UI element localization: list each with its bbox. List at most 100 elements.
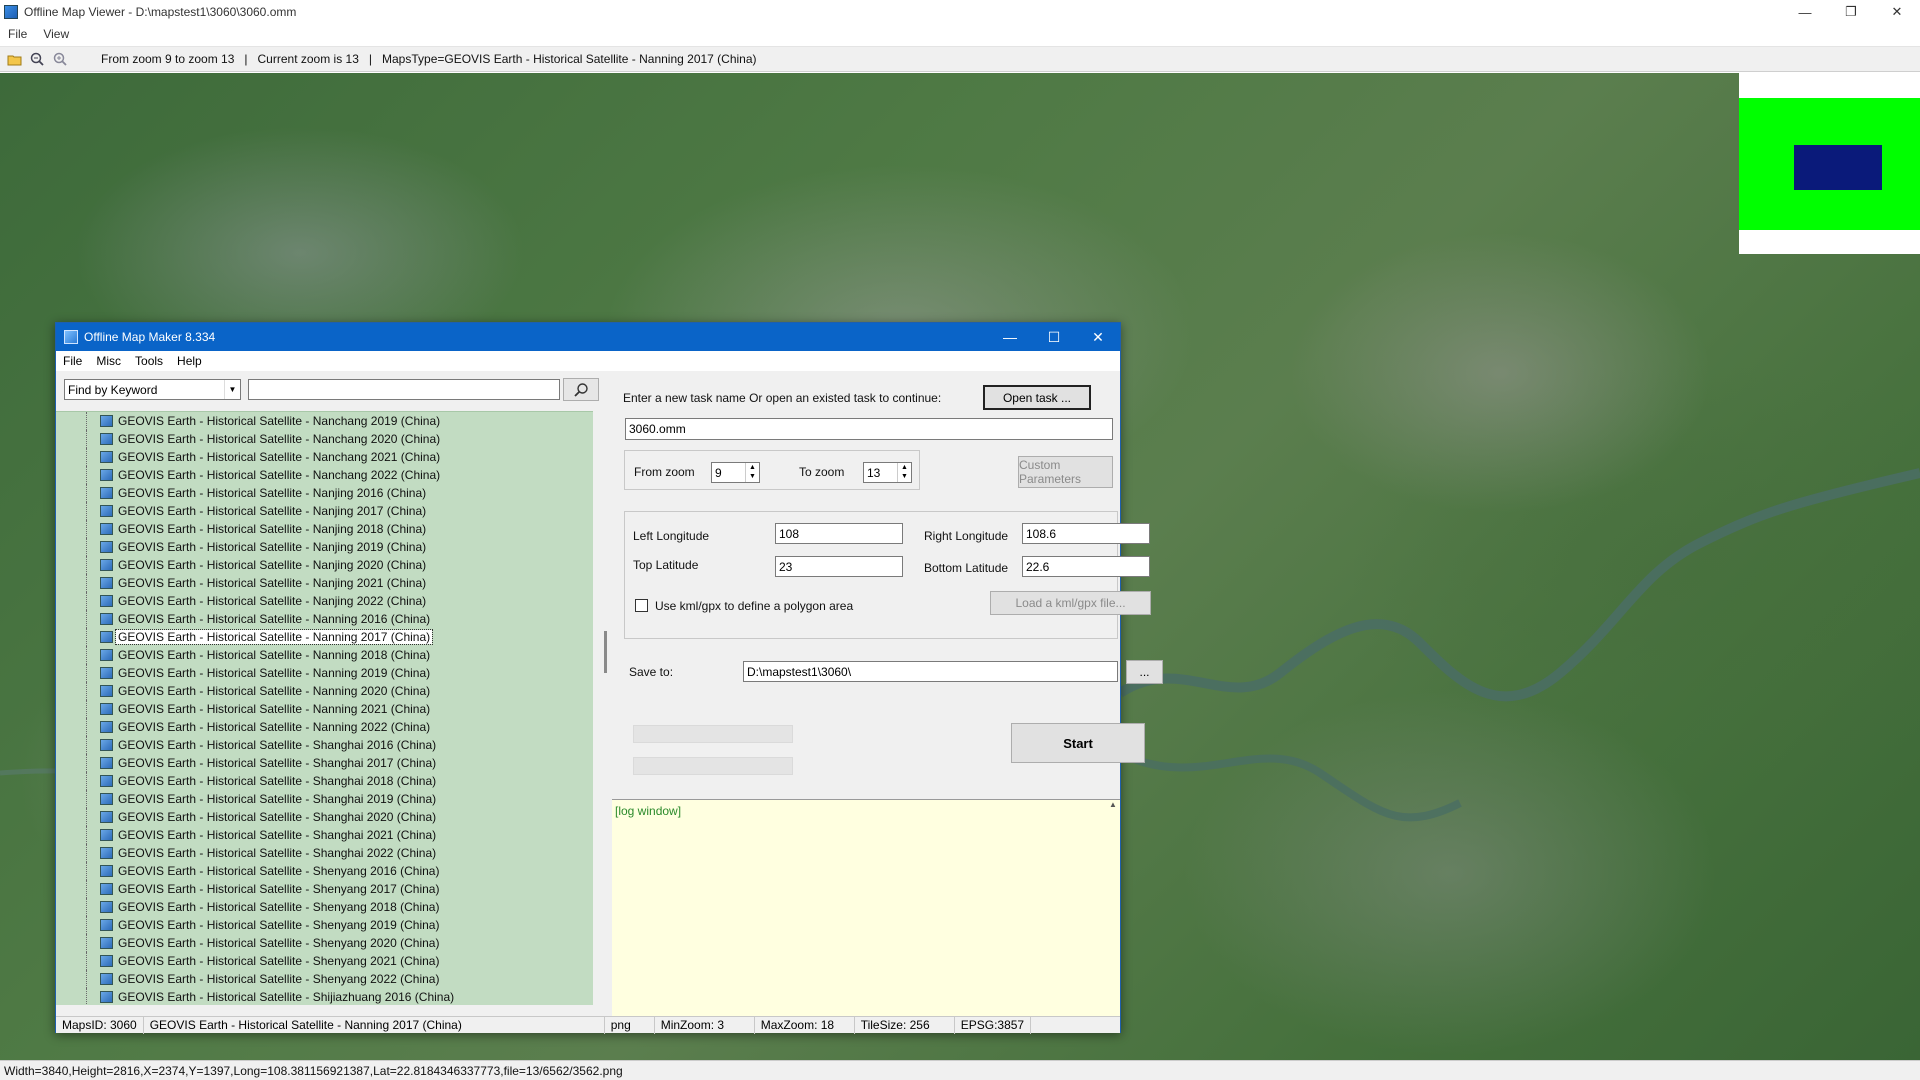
dialog-close-button[interactable]: ✕ xyxy=(1076,323,1120,351)
dialog-minimize-button[interactable]: — xyxy=(988,323,1032,351)
map-layer-icon xyxy=(100,847,113,859)
left-longitude-label: Left Longitude xyxy=(633,529,710,543)
log-window[interactable]: [log window] ▲ xyxy=(612,799,1120,1016)
dialog-titlebar[interactable]: Offline Map Maker 8.334 — ☐ ✕ xyxy=(56,323,1120,351)
overview-viewport[interactable] xyxy=(1794,145,1882,190)
bottom-latitude-input[interactable] xyxy=(1022,556,1150,577)
from-zoom-spinner[interactable]: 9 ▲ ▼ xyxy=(711,462,760,483)
list-item[interactable]: GEOVIS Earth - Historical Satellite - Sh… xyxy=(56,916,593,934)
tree-line xyxy=(86,844,87,862)
spin-down-icon[interactable]: ▼ xyxy=(746,472,759,481)
list-item[interactable]: GEOVIS Earth - Historical Satellite - Na… xyxy=(56,556,593,574)
list-item[interactable]: GEOVIS Earth - Historical Satellite - Sh… xyxy=(56,970,593,988)
menu-view[interactable]: View xyxy=(35,27,77,41)
list-item-label: GEOVIS Earth - Historical Satellite - Na… xyxy=(114,629,434,645)
dialog-menu-misc[interactable]: Misc xyxy=(89,354,128,368)
task-prompt-label: Enter a new task name Or open an existed… xyxy=(623,391,942,405)
list-item[interactable]: GEOVIS Earth - Historical Satellite - Sh… xyxy=(56,862,593,880)
dialog-menu-help[interactable]: Help xyxy=(170,354,209,368)
dialog-maximize-button[interactable]: ☐ xyxy=(1032,323,1076,351)
list-item[interactable]: GEOVIS Earth - Historical Satellite - Sh… xyxy=(56,988,593,1005)
tree-line xyxy=(86,898,87,916)
list-item[interactable]: GEOVIS Earth - Historical Satellite - Na… xyxy=(56,412,593,430)
spin-up-icon[interactable]: ▲ xyxy=(746,463,759,472)
task-name-input[interactable] xyxy=(625,418,1113,440)
list-item[interactable]: GEOVIS Earth - Historical Satellite - Sh… xyxy=(56,934,593,952)
kml-checkbox[interactable] xyxy=(635,599,648,612)
list-item[interactable]: GEOVIS Earth - Historical Satellite - Sh… xyxy=(56,790,593,808)
list-item[interactable]: GEOVIS Earth - Historical Satellite - Na… xyxy=(56,466,593,484)
list-item[interactable]: GEOVIS Earth - Historical Satellite - Na… xyxy=(56,646,593,664)
list-item[interactable]: GEOVIS Earth - Historical Satellite - Sh… xyxy=(56,880,593,898)
list-item[interactable]: GEOVIS Earth - Historical Satellite - Sh… xyxy=(56,736,593,754)
zoom-out-icon[interactable] xyxy=(28,50,46,68)
list-item[interactable]: GEOVIS Earth - Historical Satellite - Sh… xyxy=(56,772,593,790)
list-item-label: GEOVIS Earth - Historical Satellite - Sh… xyxy=(118,774,437,788)
list-item-label: GEOVIS Earth - Historical Satellite - Sh… xyxy=(118,810,437,824)
list-item[interactable]: GEOVIS Earth - Historical Satellite - Sh… xyxy=(56,898,593,916)
list-item[interactable]: GEOVIS Earth - Historical Satellite - Sh… xyxy=(56,952,593,970)
right-longitude-input[interactable] xyxy=(1022,523,1150,544)
map-layer-icon xyxy=(100,541,113,553)
list-item[interactable]: GEOVIS Earth - Historical Satellite - Na… xyxy=(56,538,593,556)
map-layer-icon xyxy=(100,955,113,967)
log-scrollbar[interactable]: ▲ xyxy=(1106,800,1120,1017)
zoom-in-icon[interactable] xyxy=(51,50,69,68)
start-button[interactable]: Start xyxy=(1011,723,1145,763)
menu-file[interactable]: File xyxy=(0,27,35,41)
tree-line xyxy=(86,916,87,934)
to-zoom-value: 13 xyxy=(867,465,881,480)
list-item[interactable]: GEOVIS Earth - Historical Satellite - Sh… xyxy=(56,754,593,772)
list-item[interactable]: GEOVIS Earth - Historical Satellite - Na… xyxy=(56,664,593,682)
list-item[interactable]: GEOVIS Earth - Historical Satellite - Na… xyxy=(56,700,593,718)
dialog-menu-tools[interactable]: Tools xyxy=(128,354,170,368)
dialog-menu-file[interactable]: File xyxy=(56,354,89,368)
search-button[interactable] xyxy=(563,378,599,401)
minimize-button[interactable]: — xyxy=(1782,0,1828,24)
find-by-select[interactable]: Find by Keyword ▼ xyxy=(64,379,241,400)
close-button[interactable]: ✕ xyxy=(1874,0,1920,24)
tree-line xyxy=(86,988,87,1005)
restore-button[interactable]: ❐ xyxy=(1828,0,1874,24)
open-folder-icon[interactable] xyxy=(5,50,23,68)
list-item[interactable]: GEOVIS Earth - Historical Satellite - Sh… xyxy=(56,844,593,862)
spin-up-icon[interactable]: ▲ xyxy=(898,463,911,472)
list-item[interactable]: GEOVIS Earth - Historical Satellite - Sh… xyxy=(56,826,593,844)
list-item[interactable]: GEOVIS Earth - Historical Satellite - Na… xyxy=(56,430,593,448)
chevron-down-icon[interactable]: ▼ xyxy=(224,380,240,399)
custom-parameters-button[interactable]: Custom Parameters xyxy=(1018,456,1113,488)
list-item[interactable]: GEOVIS Earth - Historical Satellite - Na… xyxy=(56,628,593,646)
tree-line xyxy=(86,970,87,988)
list-item[interactable]: GEOVIS Earth - Historical Satellite - Na… xyxy=(56,484,593,502)
search-input[interactable] xyxy=(248,379,560,400)
list-item[interactable]: GEOVIS Earth - Historical Satellite - Na… xyxy=(56,502,593,520)
browse-button[interactable]: ... xyxy=(1126,660,1163,684)
load-kml-button[interactable]: Load a kml/gpx file... xyxy=(990,591,1151,615)
list-item[interactable]: GEOVIS Earth - Historical Satellite - Na… xyxy=(56,682,593,700)
list-item[interactable]: GEOVIS Earth - Historical Satellite - Na… xyxy=(56,574,593,592)
left-longitude-input[interactable] xyxy=(775,523,903,544)
list-item[interactable]: GEOVIS Earth - Historical Satellite - Na… xyxy=(56,592,593,610)
scroll-up-icon[interactable]: ▲ xyxy=(1106,800,1120,809)
top-latitude-input[interactable] xyxy=(775,556,903,577)
list-item[interactable]: GEOVIS Earth - Historical Satellite - Sh… xyxy=(56,808,593,826)
tree-line xyxy=(86,790,87,808)
list-scrollbar[interactable] xyxy=(600,411,612,1005)
to-zoom-spinner[interactable]: 13 ▲ ▼ xyxy=(863,462,912,483)
scrollbar-thumb[interactable] xyxy=(604,631,607,673)
list-item[interactable]: GEOVIS Earth - Historical Satellite - Na… xyxy=(56,448,593,466)
list-item[interactable]: GEOVIS Earth - Historical Satellite - Na… xyxy=(56,520,593,538)
spin-down-icon[interactable]: ▼ xyxy=(898,472,911,481)
maps-id: MapsID: 3060 xyxy=(56,1016,144,1034)
open-task-button[interactable]: Open task ... xyxy=(983,385,1091,410)
list-item-label: GEOVIS Earth - Historical Satellite - Na… xyxy=(118,702,431,716)
progress-bar-1 xyxy=(633,725,793,743)
save-to-input[interactable] xyxy=(743,661,1118,682)
list-item-label: GEOVIS Earth - Historical Satellite - Na… xyxy=(118,414,441,428)
list-item-label: GEOVIS Earth - Historical Satellite - Na… xyxy=(118,432,441,446)
list-item[interactable]: GEOVIS Earth - Historical Satellite - Na… xyxy=(56,610,593,628)
list-item-label: GEOVIS Earth - Historical Satellite - Na… xyxy=(118,576,427,590)
list-item[interactable]: GEOVIS Earth - Historical Satellite - Na… xyxy=(56,718,593,736)
overview-minimap[interactable] xyxy=(1739,73,1920,254)
map-tree-list[interactable]: GEOVIS Earth - Historical Satellite - Na… xyxy=(56,411,593,1005)
